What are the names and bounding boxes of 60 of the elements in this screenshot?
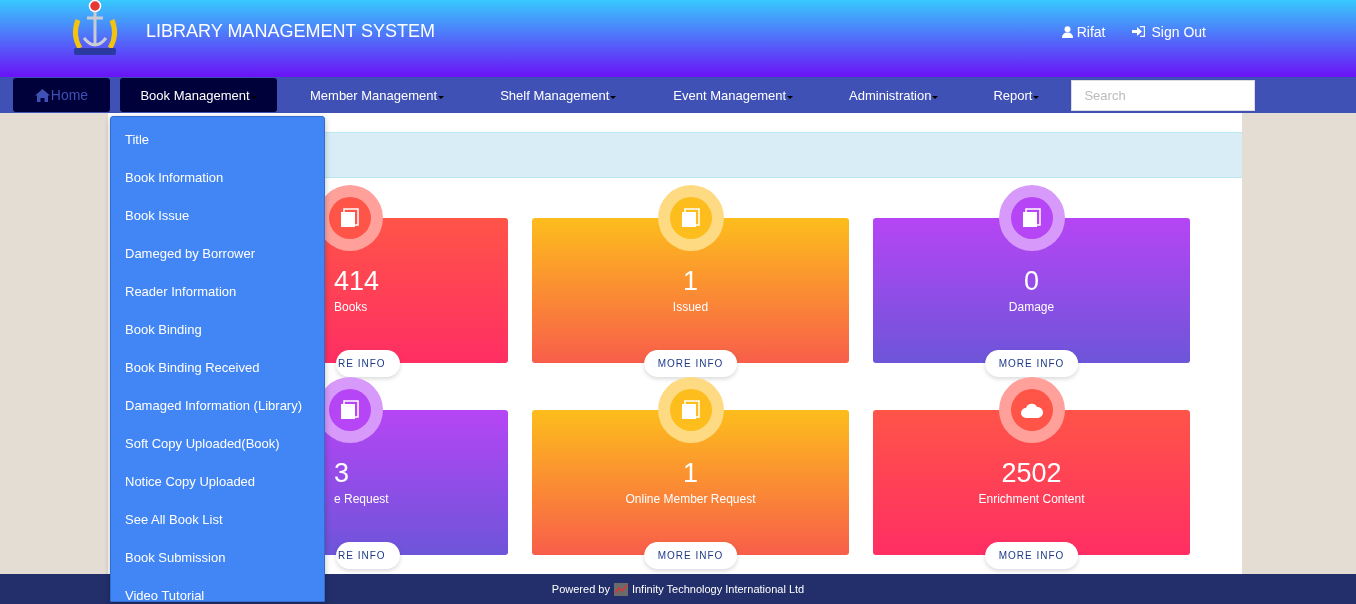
menu-item[interactable]: Book Information bbox=[111, 166, 324, 204]
menu-item[interactable]: Book Binding Received bbox=[111, 356, 324, 394]
company-name: Infinity Technology International Ltd bbox=[631, 583, 805, 595]
nav-tab[interactable]: Shelf Management bbox=[500, 78, 617, 112]
caret-icon bbox=[438, 95, 445, 99]
nav-tab[interactable]: Book Management bbox=[120, 78, 277, 112]
user-icon bbox=[1061, 25, 1073, 38]
nav-tab[interactable]: Member Management bbox=[310, 78, 445, 112]
menu-item[interactable]: Book Submission bbox=[111, 546, 324, 584]
menu-item[interactable]: Book Binding bbox=[111, 318, 324, 356]
stat-value: 2502 bbox=[1001, 458, 1062, 488]
book-icon bbox=[680, 208, 701, 228]
menu-item[interactable]: Dameged by Borrower bbox=[111, 242, 324, 280]
company-logo-icon bbox=[613, 582, 628, 596]
stat-value: 1 bbox=[683, 266, 698, 296]
menu-item[interactable]: Damaged Information (Library) bbox=[111, 394, 324, 432]
book-icon bbox=[1021, 208, 1042, 228]
stat-label: Enrichment Content bbox=[978, 492, 1085, 506]
menu-item[interactable]: Video Tutorial bbox=[111, 584, 324, 604]
menu-item[interactable]: Book Issue bbox=[111, 204, 324, 242]
menu-item[interactable]: Reader Information bbox=[111, 280, 324, 318]
stat-label: Books bbox=[334, 300, 368, 314]
home-icon bbox=[34, 88, 50, 102]
user-link[interactable]: Rifat bbox=[1061, 23, 1106, 40]
book-icon bbox=[680, 400, 701, 420]
app-title: LIBRARY MANAGEMENT SYSTEM bbox=[146, 21, 437, 42]
caret-icon bbox=[932, 95, 939, 99]
book-icon bbox=[339, 208, 360, 228]
caret-icon bbox=[787, 95, 794, 99]
stat-value: 3 bbox=[334, 458, 350, 488]
stat-label: e Request bbox=[334, 492, 389, 506]
menu-item[interactable]: Soft Copy Uploaded(Book) bbox=[111, 432, 324, 470]
more-info-button[interactable]: RE INFO bbox=[336, 350, 400, 377]
sign-in-arrow-icon bbox=[1131, 26, 1145, 37]
more-info-button[interactable]: MORE INFO bbox=[643, 350, 738, 377]
search-field[interactable]: Search bbox=[1071, 79, 1256, 111]
caret-icon bbox=[610, 95, 617, 99]
caret-icon bbox=[1033, 95, 1040, 99]
stat-label: Online Member Request bbox=[625, 492, 756, 506]
menu-item[interactable]: See All Book List bbox=[111, 508, 324, 546]
menu-item[interactable]: Notice Copy Uploaded bbox=[111, 470, 324, 508]
more-info-button[interactable]: RE INFO bbox=[336, 542, 400, 569]
sign-out-link[interactable]: Sign Out bbox=[1131, 23, 1206, 40]
more-info-button[interactable]: MORE INFO bbox=[643, 542, 738, 569]
stat-value: 0 bbox=[1024, 266, 1039, 296]
stat-label: Damage bbox=[1008, 300, 1055, 314]
stat-value: 414 bbox=[334, 266, 380, 296]
powered-by-text: Powered by bbox=[551, 583, 610, 595]
caret-icon bbox=[250, 95, 257, 99]
nav-tab[interactable]: Administration bbox=[849, 78, 939, 112]
nav-tab[interactable]: Report bbox=[993, 78, 1040, 112]
nav-tab[interactable]: Home bbox=[13, 78, 110, 112]
stat-value: 1 bbox=[683, 458, 698, 488]
menu-item[interactable]: Title bbox=[111, 128, 324, 166]
more-info-button[interactable]: MORE INFO bbox=[984, 542, 1079, 569]
more-info-button[interactable]: MORE INFO bbox=[984, 350, 1079, 377]
nav-tab[interactable]: Event Management bbox=[673, 78, 794, 112]
cloud-icon bbox=[1020, 402, 1043, 418]
stat-label: Issued bbox=[672, 300, 709, 314]
book-icon bbox=[339, 400, 360, 420]
